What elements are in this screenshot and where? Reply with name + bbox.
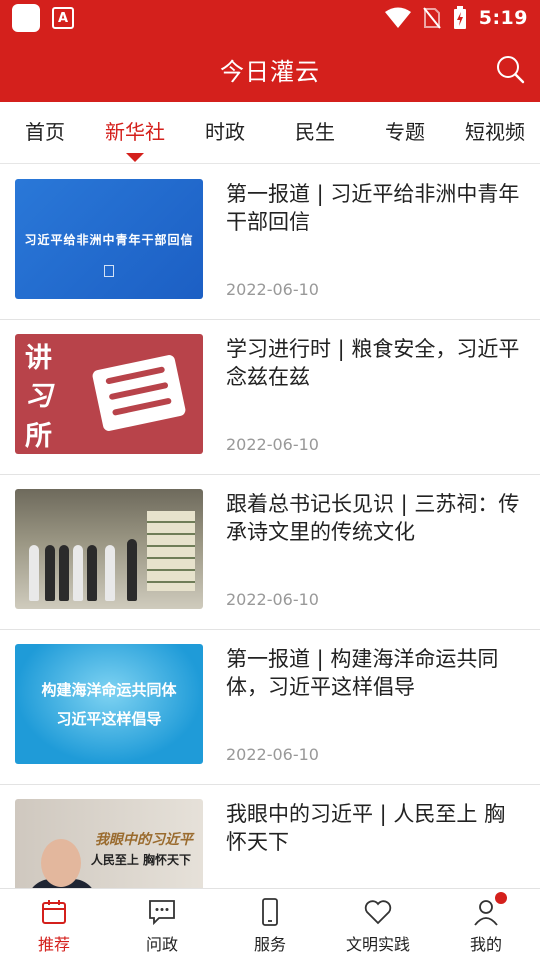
thumbnail-caption: 我眼中的习近平 bbox=[95, 832, 193, 848]
photo-figure bbox=[73, 545, 83, 601]
thumbnail-caption: 人民至上 胸怀天下 bbox=[90, 853, 191, 867]
status-bar: A 5:19 bbox=[0, 0, 540, 36]
photo-figure bbox=[29, 545, 39, 601]
font-icon: A bbox=[52, 7, 74, 29]
tab-topics[interactable]: 专题 bbox=[360, 102, 450, 164]
news-item[interactable]: 构建海洋命运共同体 习近平这样倡导 第一报道 | 构建海洋命运共同体，习近平这样… bbox=[0, 630, 540, 785]
thumbnail-char: 所 bbox=[25, 421, 52, 452]
news-title: 我眼中的习近平 | 人民至上 胸怀天下 bbox=[226, 802, 506, 854]
heart-icon bbox=[364, 900, 392, 925]
no-sim-icon bbox=[422, 7, 441, 29]
news-date: 2022-06-10 bbox=[226, 745, 319, 764]
news-item[interactable]: 跟着总书记长见识 | 三苏祠：传承诗文里的传统文化 2022-06-10 bbox=[0, 475, 540, 630]
tab-short-video[interactable]: 短视频 bbox=[450, 102, 540, 164]
photo-figure bbox=[127, 539, 137, 601]
app-bar: 今日灌云 bbox=[0, 36, 540, 102]
portrait bbox=[27, 839, 97, 888]
nav-label: 我的 bbox=[469, 935, 502, 954]
news-date: 2022-06-10 bbox=[226, 590, 319, 609]
search-icon[interactable] bbox=[494, 53, 526, 85]
thumbnail-caption: 习近平这样倡导 bbox=[56, 710, 162, 728]
news-date: 2022-06-10 bbox=[226, 435, 319, 454]
category-tabs: 首页 新华社 时政 民生 专题 短视频 bbox=[0, 102, 540, 164]
notification-badge bbox=[495, 892, 507, 904]
news-title: 第一报道 | 习近平给非洲中青年干部回信 bbox=[226, 182, 520, 234]
thumbnail-caption: 构建海洋命运共同体 bbox=[41, 681, 177, 699]
top-bar: A 5:19 今日灌云 bbox=[0, 0, 540, 102]
nav-label: 推荐 bbox=[37, 935, 70, 954]
thumbnail-char: 习 bbox=[25, 381, 52, 412]
notepad-icon bbox=[91, 353, 187, 433]
tab-home[interactable]: 首页 bbox=[0, 102, 90, 164]
phone-icon bbox=[262, 898, 278, 926]
news-item[interactable]: 我眼中的习近平 人民至上 胸怀天下 我眼中的习近平 | 人民至上 胸怀天下 bbox=[0, 785, 540, 888]
chat-icon bbox=[149, 900, 175, 926]
news-item[interactable]: 讲 习 所 学习进行时 | 粮食安全，习近平念兹在兹 2022-06-10 bbox=[0, 320, 540, 475]
news-thumbnail: 讲 习 所 bbox=[15, 334, 203, 454]
photo-figure bbox=[105, 545, 115, 601]
calendar-icon bbox=[42, 900, 66, 924]
news-title: 学习进行时 | 粮食安全，习近平念兹在兹 bbox=[226, 337, 520, 389]
photo-figure bbox=[59, 545, 69, 601]
logo-mark bbox=[104, 265, 114, 277]
nav-label: 问政 bbox=[145, 935, 178, 954]
news-title: 第一报道 | 构建海洋命运共同体，习近平这样倡导 bbox=[226, 647, 499, 699]
battery-charging-icon bbox=[453, 6, 466, 29]
nav-inquiry[interactable]: 问政 bbox=[108, 889, 216, 960]
status-time: 5:19 bbox=[478, 7, 528, 29]
page-title: 今日灌云 bbox=[220, 57, 320, 86]
wifi-icon bbox=[384, 7, 411, 28]
news-item[interactable]: 习近平给非洲中青年干部回信 第一报道 | 习近平给非洲中青年干部回信 2022-… bbox=[0, 165, 540, 320]
thumbnail-char: 讲 bbox=[25, 343, 52, 374]
thumbnail-caption: 习近平给非洲中青年干部回信 bbox=[24, 232, 194, 247]
news-thumbnail: 习近平给非洲中青年干部回信 bbox=[15, 179, 203, 299]
news-thumbnail bbox=[15, 489, 203, 609]
news-title: 跟着总书记长见识 | 三苏祠：传承诗文里的传统文化 bbox=[226, 492, 520, 544]
nav-civilization[interactable]: 文明实践 bbox=[324, 889, 432, 960]
news-thumbnail: 我眼中的习近平 人民至上 胸怀天下 bbox=[15, 799, 203, 888]
bookshelf bbox=[147, 511, 195, 591]
tab-xinhua[interactable]: 新华社 bbox=[90, 102, 180, 164]
nav-mine[interactable]: 我的 bbox=[432, 889, 540, 960]
tab-livelihood[interactable]: 民生 bbox=[270, 102, 360, 164]
news-thumbnail: 构建海洋命运共同体 习近平这样倡导 bbox=[15, 644, 203, 764]
nav-label: 文明实践 bbox=[345, 935, 410, 954]
nav-service[interactable]: 服务 bbox=[216, 889, 324, 960]
bottom-nav: 推荐 问政 服务 文明实践 我的 bbox=[0, 888, 540, 960]
news-date: 2022-06-10 bbox=[226, 280, 319, 299]
nav-label: 服务 bbox=[253, 935, 286, 954]
nav-recommend[interactable]: 推荐 bbox=[0, 889, 108, 960]
tab-politics[interactable]: 时政 bbox=[180, 102, 270, 164]
photo-figure bbox=[45, 545, 55, 601]
photo-figure bbox=[87, 545, 97, 601]
app-icon bbox=[12, 4, 40, 32]
news-list: 习近平给非洲中青年干部回信 第一报道 | 习近平给非洲中青年干部回信 2022-… bbox=[0, 165, 540, 888]
